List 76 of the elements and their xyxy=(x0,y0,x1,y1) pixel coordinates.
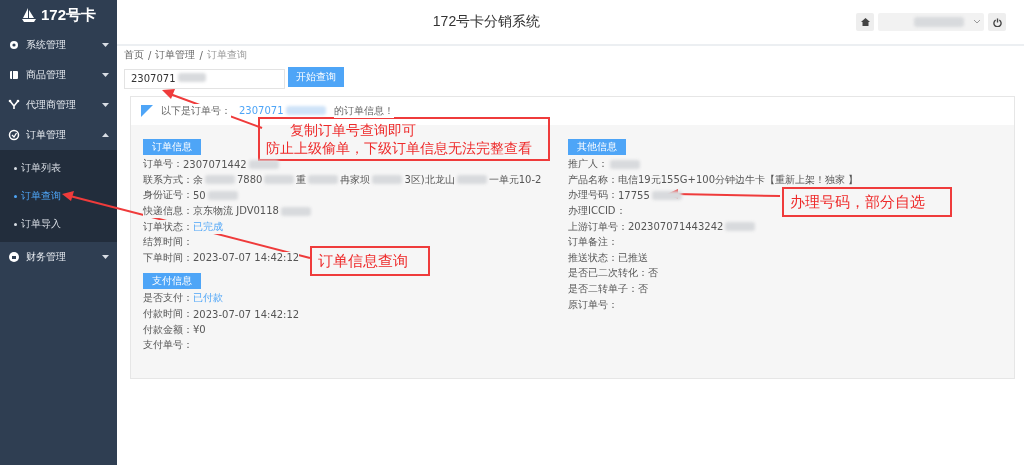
field-value: 已推送 xyxy=(618,250,648,265)
submenu-item[interactable]: 订单列表 xyxy=(0,154,117,182)
field-label: 身份证号： xyxy=(143,188,193,203)
result-suffix: 的订单信息！ xyxy=(333,103,394,118)
network-icon xyxy=(8,99,20,111)
field-value: ¥0 xyxy=(193,324,206,336)
submenu-item[interactable]: 订单导入 xyxy=(0,210,117,238)
field-value: 2307071442 xyxy=(183,158,247,170)
field-value: 否 xyxy=(648,266,658,281)
caret-down-icon xyxy=(974,20,980,24)
field-label: 下单时间： xyxy=(143,250,193,265)
field-value: 202307071443242 xyxy=(628,221,724,233)
field-value: 冉家坝 xyxy=(340,172,371,187)
field-value: 重 xyxy=(296,172,307,187)
field-value: 50 xyxy=(193,190,206,201)
field-label: 订单号： xyxy=(143,157,183,172)
sidebar-item[interactable]: 代理商管理 xyxy=(0,90,117,120)
field-label: 上游订单号： xyxy=(568,219,628,234)
gear-icon xyxy=(8,39,20,51)
field-label: 是否已二次转化： xyxy=(568,266,648,281)
blurred-redaction xyxy=(372,175,403,185)
breadcrumb-link[interactable]: 订单管理 xyxy=(155,48,196,62)
sidebar-item[interactable]: 系统管理 xyxy=(0,30,117,60)
logo-text: 172号卡 xyxy=(41,5,96,25)
field-value: 京东物流 JDV0118 xyxy=(193,204,279,219)
order-number-field[interactable]: 2307071 xyxy=(124,68,285,89)
field-label: 是否二转单子： xyxy=(568,282,638,297)
sailboat-logo-icon xyxy=(21,7,37,23)
book-icon xyxy=(8,69,20,81)
app-title: 172号卡分销系统 xyxy=(431,13,542,31)
blurred-redaction xyxy=(264,175,295,185)
section-tag: 其他信息 xyxy=(568,138,626,155)
field-value: 2023-07-07 14:42:12 xyxy=(193,252,300,264)
field-label: 付款金额： xyxy=(143,322,193,337)
field-label: 订单状态： xyxy=(143,219,193,234)
blurred-redaction xyxy=(308,175,339,185)
flag-icon xyxy=(141,104,153,117)
power-icon xyxy=(992,17,1002,27)
breadcrumb-separator: / xyxy=(199,49,203,61)
field-label: 快递信息： xyxy=(143,204,193,219)
caret-down-icon xyxy=(102,43,109,47)
breadcrumb-separator: / xyxy=(148,49,152,61)
sidebar-item[interactable]: 财务管理 xyxy=(0,242,117,272)
sidebar-item[interactable]: 订单管理 xyxy=(0,120,117,150)
blurred-redaction xyxy=(205,175,235,185)
blurred-redaction xyxy=(914,17,964,27)
caret-down-icon xyxy=(102,73,109,77)
check-circle-icon xyxy=(8,129,20,141)
section-tag: 支付信息 xyxy=(143,272,201,289)
blurred-redaction xyxy=(456,175,487,185)
home-button[interactable] xyxy=(856,13,874,31)
breadcrumb-link[interactable]: 首页 xyxy=(124,48,144,62)
caret-down-icon xyxy=(102,103,109,107)
field-value: 余 xyxy=(193,172,203,187)
field-value: 17755 xyxy=(618,190,650,201)
annotation-callout: 订单信息查询 xyxy=(310,246,430,276)
home-icon xyxy=(860,18,870,26)
field-label: 付款时间： xyxy=(143,307,193,322)
field-value: 3区)北龙山 xyxy=(404,172,455,187)
field-value: 否 xyxy=(638,282,648,297)
field-value: 2023-07-07 14:42:12 xyxy=(193,308,300,320)
annotation-callout: 办理号码，部分自选 xyxy=(782,187,952,217)
submenu-item[interactable]: 订单查询 xyxy=(0,182,117,210)
section-tag: 订单信息 xyxy=(143,138,201,155)
caret-up-icon xyxy=(102,133,109,137)
annotation-callout: 复制订单号查询即可 防止上级偷单，下级订单信息无法完整查看 xyxy=(258,117,550,161)
blurred-redaction xyxy=(285,106,326,115)
field-label: 产品名称： xyxy=(568,172,618,187)
sidebar-item[interactable]: 商品管理 xyxy=(0,60,117,90)
wallet-icon xyxy=(8,251,20,263)
field-label: 联系方式： xyxy=(143,172,193,187)
field-value: 7880 xyxy=(237,174,263,186)
power-button[interactable] xyxy=(988,13,1006,31)
caret-down-icon xyxy=(102,255,109,259)
field-value: 一单元10-2 xyxy=(488,172,542,187)
result-prefix: 以下是订单号： xyxy=(161,103,231,118)
